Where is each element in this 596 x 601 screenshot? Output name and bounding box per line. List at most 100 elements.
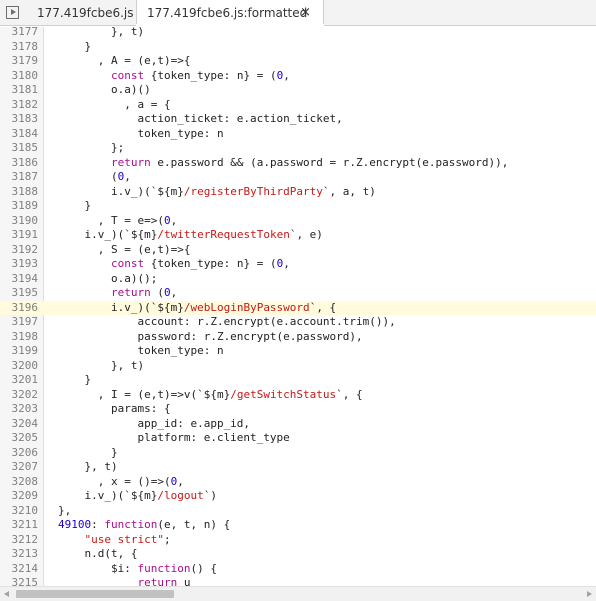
line-number[interactable]: 3187: [0, 170, 39, 185]
scrollbar-thumb[interactable]: [16, 590, 174, 598]
tab-source-file[interactable]: 177.419fcbe6.js: [27, 0, 143, 26]
line-number[interactable]: 3205: [0, 431, 39, 446]
code-line[interactable]: 3214 $i: function() {: [0, 562, 596, 577]
code-line[interactable]: 3198 password: r.Z.encrypt(e.password),: [0, 330, 596, 345]
code-text: return u: [137, 576, 191, 586]
code-text: i.v_)(`${m}/twitterRequestToken`, e): [58, 228, 323, 241]
code-line[interactable]: 3181 o.a)(): [0, 83, 596, 98]
code-line[interactable]: 3183 action_ticket: e.action_ticket,: [0, 112, 596, 127]
line-number[interactable]: 3185: [0, 141, 39, 156]
code-text: };: [58, 141, 125, 154]
code-line[interactable]: 3211 49100: function(e, t, n) {: [0, 518, 596, 533]
line-number[interactable]: 3183: [0, 112, 39, 127]
code-line[interactable]: 3205 platform: e.client_type: [0, 431, 596, 446]
code-line[interactable]: 3184 token_type: n: [0, 127, 596, 142]
line-number[interactable]: 3201: [0, 373, 39, 388]
scroll-left-icon[interactable]: [4, 591, 9, 597]
code-line[interactable]: 3193 const {token_type: n} = (0,: [0, 257, 596, 272]
code-text: token_type: n: [58, 126, 224, 140]
code-line[interactable]: 3195 return (0,: [0, 286, 596, 301]
code-line[interactable]: 3203 params: {: [0, 402, 596, 417]
horizontal-scrollbar[interactable]: [0, 586, 596, 601]
line-number[interactable]: 3181: [0, 83, 39, 98]
code-text: }: [58, 445, 118, 459]
line-number[interactable]: 3192: [0, 243, 39, 258]
code-line[interactable]: 3199 token_type: n: [0, 344, 596, 359]
line-number[interactable]: 3202: [0, 388, 39, 403]
code-line[interactable]: 3210},: [0, 504, 596, 519]
line-number[interactable]: 3179: [0, 54, 39, 69]
line-number[interactable]: 3178: [0, 40, 39, 55]
line-number[interactable]: 3184: [0, 127, 39, 142]
code-text: $i: function() {: [58, 561, 217, 575]
line-number[interactable]: 3186: [0, 156, 39, 171]
line-number[interactable]: 3182: [0, 98, 39, 113]
code-line[interactable]: 3215 return u: [0, 576, 596, 586]
line-number[interactable]: 3191: [0, 228, 39, 243]
code-line[interactable]: 3201 }: [0, 373, 596, 388]
line-number[interactable]: 3212: [0, 533, 39, 548]
code-text: "use strict";: [84, 532, 171, 546]
line-number[interactable]: 3190: [0, 214, 39, 229]
code-line[interactable]: 3202 , I = (e,t)=>v(`${m}/getSwitchStatu…: [0, 388, 596, 403]
code-line[interactable]: 3197 account: r.Z.encrypt(e.account.trim…: [0, 315, 596, 330]
code-line[interactable]: 3180 const {token_type: n} = (0,: [0, 69, 596, 84]
close-icon[interactable]: ×: [300, 0, 311, 26]
line-number[interactable]: 3194: [0, 272, 39, 287]
code-editor[interactable]: 3177 }, t) 3178 } 3179 , A = (e,t)=>{3180 …: [0, 27, 596, 586]
line-number[interactable]: 3198: [0, 330, 39, 345]
line-number[interactable]: 3209: [0, 489, 39, 504]
line-number[interactable]: 3206: [0, 446, 39, 461]
line-number[interactable]: 3193: [0, 257, 39, 272]
code-line[interactable]: 3179 , A = (e,t)=>{: [0, 54, 596, 69]
code-line[interactable]: 3208 , x = ()=>(0,: [0, 475, 596, 490]
code-line[interactable]: 3188 i.v_)(`${m}/registerByThirdParty`, …: [0, 185, 596, 200]
panel-toggle-icon[interactable]: [6, 6, 19, 19]
code-line[interactable]: 3182 , a = {: [0, 98, 596, 113]
code-line[interactable]: 3177 }, t): [0, 27, 596, 40]
line-number[interactable]: 3215: [0, 576, 39, 586]
code-line[interactable]: 3186 return e.password && (a.password = …: [0, 156, 596, 171]
line-number[interactable]: 3211: [0, 518, 39, 533]
code-line[interactable]: 3178 }: [0, 40, 596, 55]
code-line[interactable]: 3200 }, t): [0, 359, 596, 374]
code-text: const {token_type: n} = (0,: [110, 257, 290, 270]
code-line[interactable]: 3192 , S = (e,t)=>{: [0, 243, 596, 258]
code-line[interactable]: 3191 i.v_)(`${m}/twitterRequestToken`, e…: [0, 228, 596, 243]
line-number[interactable]: 3207: [0, 460, 39, 475]
line-number[interactable]: 3204: [0, 417, 39, 432]
code-line[interactable]: 3189 }: [0, 199, 596, 214]
code-line[interactable]: 3209 i.v_)(`${m}/logout`): [0, 489, 596, 504]
line-number[interactable]: 3188: [0, 185, 39, 200]
code-line[interactable]: 3185 };: [0, 141, 596, 156]
line-number[interactable]: 3203: [0, 402, 39, 417]
line-number[interactable]: 3200: [0, 359, 39, 374]
code-line[interactable]: 3213 n.d(t, {: [0, 547, 596, 562]
line-number[interactable]: 3213: [0, 547, 39, 562]
code-text: const {token_type: n} = (0,: [110, 68, 290, 82]
line-number[interactable]: 3210: [0, 504, 39, 519]
code-line[interactable]: 3207 }, t): [0, 460, 596, 475]
tab-formatted-file[interactable]: 177.419fcbe6.js:formatted ×: [136, 0, 324, 26]
line-number[interactable]: 3189: [0, 199, 39, 214]
line-number[interactable]: 3195: [0, 286, 39, 301]
code-line[interactable]: 3187 (0,: [0, 170, 596, 185]
code-line[interactable]: 3212 "use strict";: [0, 533, 596, 548]
line-number[interactable]: 3197: [0, 315, 39, 330]
code-line[interactable]: 3194 o.a)();: [0, 272, 596, 287]
code-line[interactable]: 3206 }: [0, 446, 596, 461]
code-text: , a = {: [58, 97, 171, 111]
code-text: },: [58, 503, 72, 517]
line-number[interactable]: 3214: [0, 562, 39, 577]
code-line[interactable]: 3204 app_id: e.app_id,: [0, 417, 596, 432]
line-number[interactable]: 3177: [0, 27, 39, 40]
line-number[interactable]: 3196: [0, 301, 39, 316]
line-number[interactable]: 3180: [0, 69, 39, 84]
code-text: , S = (e,t)=>{: [58, 242, 191, 256]
code-line[interactable]: 3190 , T = e=>(0,: [0, 214, 596, 229]
scroll-right-icon[interactable]: [587, 591, 592, 597]
code-line[interactable]: 3196 i.v_)(`${m}/webLoginByPassword`, {: [0, 300, 596, 316]
editor-tab-bar: 177.419fcbe6.js 177.419fcbe6.js:formatte…: [0, 0, 596, 26]
line-number[interactable]: 3199: [0, 344, 39, 359]
line-number[interactable]: 3208: [0, 475, 39, 490]
